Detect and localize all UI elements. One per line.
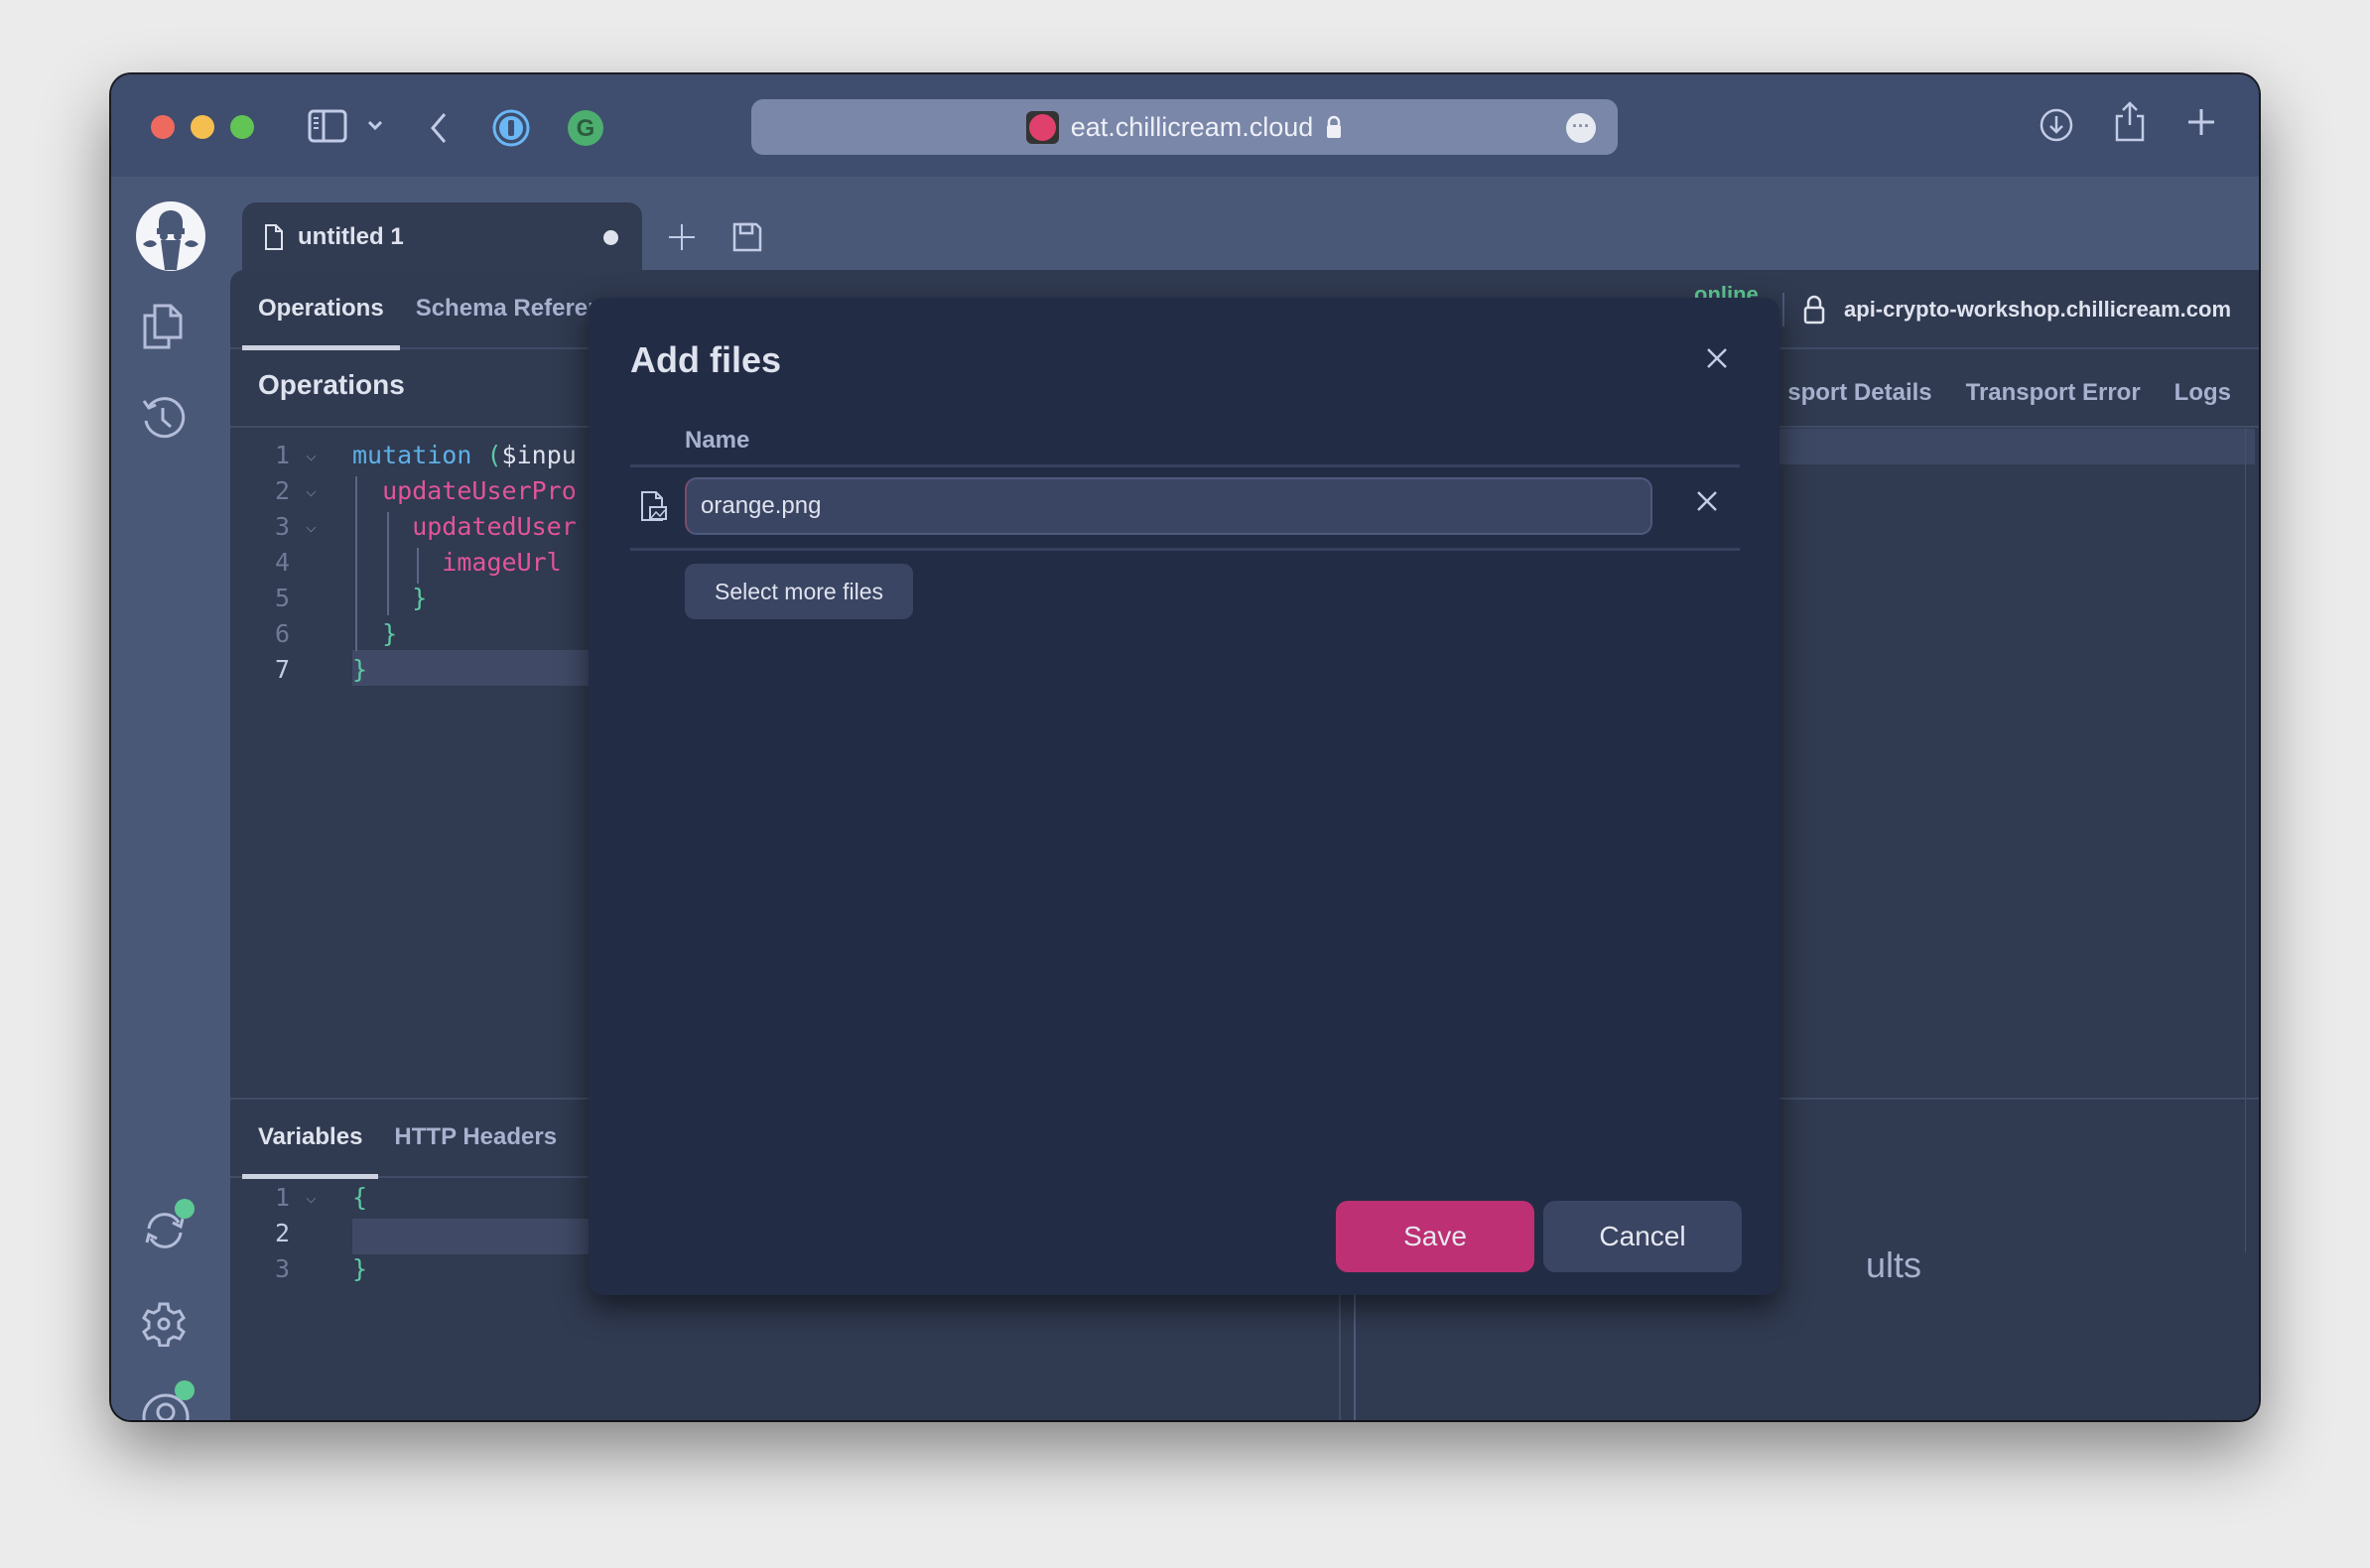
endpoint-bar[interactable]: api-crypto-workshop.chillicream.com <box>1782 270 2231 349</box>
new-tab-icon[interactable] <box>2186 107 2216 137</box>
lock-icon <box>1325 115 1343 139</box>
code-line: mutation ($inpu <box>352 441 577 469</box>
page-menu-icon[interactable]: ··· <box>1566 113 1596 143</box>
history-icon[interactable] <box>141 395 187 441</box>
save-document-icon[interactable] <box>732 222 762 252</box>
document-tab[interactable]: untitled 1 <box>242 202 642 272</box>
sidebar-toggle-icon[interactable] <box>308 108 347 144</box>
browser-toolbar: G eat.chillicream.cloud ··· <box>111 74 2259 177</box>
save-button[interactable]: Save <box>1336 1201 1534 1272</box>
bananacakepop-logo-icon[interactable] <box>135 200 206 272</box>
1password-icon[interactable] <box>492 109 530 147</box>
operations-title: Operations <box>258 369 405 400</box>
response-tab-bar: sport Details Transport Error Logs <box>1787 353 2231 433</box>
fold-chevron-icon[interactable]: ⌵ <box>306 445 317 465</box>
add-files-dialog: Add files Name Select more files Save Ca… <box>589 298 1779 1295</box>
code-line: } <box>352 584 428 612</box>
close-icon[interactable] <box>1706 347 1728 369</box>
add-document-icon[interactable] <box>667 222 697 252</box>
sync-status-dot <box>175 1199 195 1219</box>
close-window-button[interactable] <box>151 115 175 139</box>
minimize-window-button[interactable] <box>191 115 214 139</box>
code-line: imageUrl <box>352 548 562 577</box>
site-favicon-icon <box>1025 110 1059 144</box>
line-number: 2 <box>274 1219 290 1247</box>
column-header-name: Name <box>685 427 750 454</box>
divider <box>630 548 1740 551</box>
code-line: { <box>352 1183 368 1212</box>
line-number: 3 <box>274 512 290 541</box>
line-number: 1 <box>274 441 290 469</box>
cancel-button[interactable]: Cancel <box>1543 1201 1742 1272</box>
grammarly-icon[interactable]: G <box>567 109 604 147</box>
fold-chevron-icon[interactable]: ⌵ <box>306 1187 317 1208</box>
endpoint-url[interactable]: api-crypto-workshop.chillicream.com <box>1844 297 2231 323</box>
line-number: 7 <box>274 655 290 684</box>
code-line: updateUserPro <box>352 476 577 505</box>
dialog-title: Add files <box>630 339 782 380</box>
app-sidebar <box>111 177 230 1420</box>
fold-chevron-icon[interactable]: ⌵ <box>306 516 317 537</box>
code-line: } <box>352 655 368 684</box>
browser-window: G eat.chillicream.cloud ··· untitled 1 O… <box>111 74 2259 1420</box>
document-tab-title: untitled 1 <box>298 223 404 250</box>
share-icon[interactable] <box>2113 100 2147 142</box>
line-number: 5 <box>274 584 290 612</box>
results-placeholder: ults <box>1866 1244 1922 1285</box>
account-status-dot <box>175 1380 195 1400</box>
svg-text:G: G <box>577 115 595 142</box>
fold-chevron-icon[interactable]: ⌵ <box>306 480 317 501</box>
download-icon[interactable] <box>2039 107 2074 143</box>
code-line: } <box>352 619 398 648</box>
divider <box>1782 293 1785 327</box>
file-name-input[interactable] <box>685 477 1652 535</box>
tab-transport-details[interactable]: sport Details <box>1787 379 1931 407</box>
line-number: 1 <box>274 1183 290 1212</box>
file-icon <box>264 223 284 251</box>
back-icon[interactable] <box>427 110 451 146</box>
code-line: } <box>352 1254 368 1283</box>
url-text: eat.chillicream.cloud <box>1070 111 1314 142</box>
scrollbar-track[interactable] <box>2245 429 2246 1252</box>
line-number: 6 <box>274 619 290 648</box>
address-bar[interactable]: eat.chillicream.cloud ··· <box>751 99 1618 155</box>
unsaved-indicator <box>603 230 618 245</box>
tab-operations[interactable]: Operations <box>242 269 400 350</box>
settings-icon[interactable] <box>141 1301 187 1347</box>
zoom-window-button[interactable] <box>230 115 254 139</box>
tab-variables[interactable]: Variables <box>241 1098 379 1179</box>
image-file-icon <box>640 490 670 522</box>
documents-icon[interactable] <box>141 302 185 351</box>
lock-icon <box>1802 295 1826 325</box>
tab-http-headers[interactable]: HTTP Headers <box>394 1098 557 1177</box>
tab-transport-error[interactable]: Transport Error <box>1966 379 2141 407</box>
line-number: 2 <box>274 476 290 505</box>
chevron-down-icon[interactable] <box>365 116 385 136</box>
line-number: 3 <box>274 1254 290 1283</box>
remove-file-icon[interactable] <box>1696 490 1718 512</box>
line-number: 4 <box>274 548 290 577</box>
tab-logs[interactable]: Logs <box>2174 379 2231 407</box>
divider <box>630 464 1740 467</box>
code-line: updatedUser <box>352 512 577 541</box>
select-more-files-button[interactable]: Select more files <box>685 564 913 619</box>
